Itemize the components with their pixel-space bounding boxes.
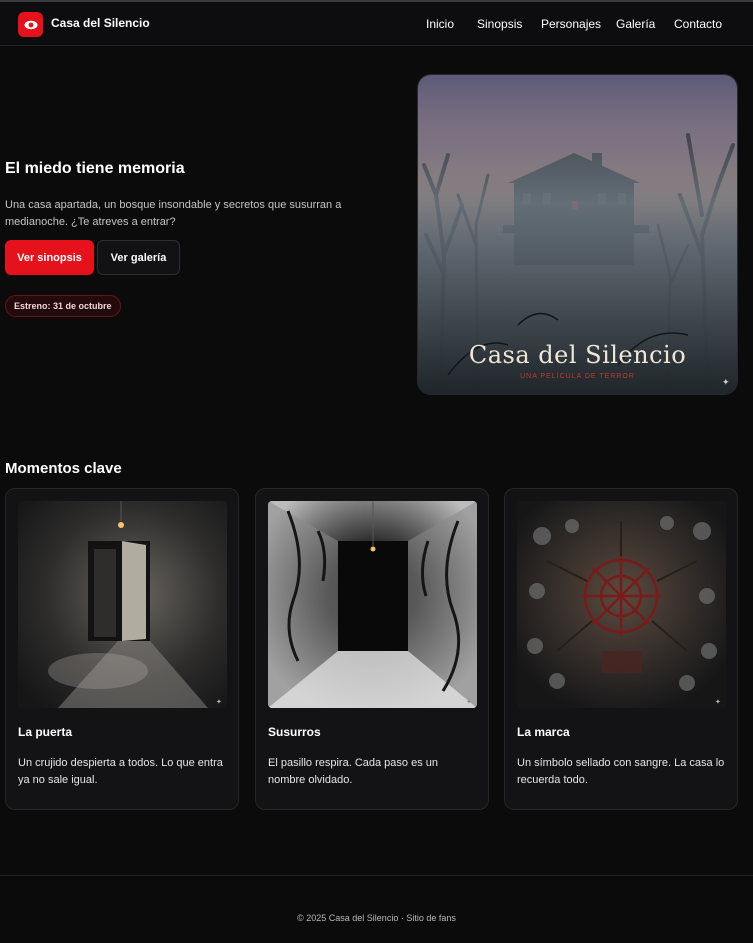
nav-galeria[interactable]: Galería <box>616 17 655 31</box>
card-title: La marca <box>517 725 570 739</box>
movie-poster: Casa del Silencio UNA PELÍCULA DE TERROR… <box>417 74 738 395</box>
card-description: El pasillo respira. Cada paso es un nomb… <box>268 757 438 786</box>
moment-card[interactable]: ✦ La puerta Un crujido despierta a todos… <box>5 488 239 810</box>
hero-title: El miedo tiene memoria <box>5 160 185 177</box>
card-description: Un crujido despierta a todos. Lo que ent… <box>18 757 223 786</box>
poster-subtitle: UNA PELÍCULA DE TERROR <box>520 373 635 380</box>
svg-text:✦: ✦ <box>216 698 222 706</box>
site-footer: © 2025 Casa del Silencio · Sitio de fans <box>0 875 753 943</box>
card-description: Un símbolo sellado con sangre. La casa l… <box>517 757 725 786</box>
nav-personajes[interactable]: Personajes <box>541 17 601 31</box>
symbol-image: ✦ <box>517 501 726 708</box>
svg-text:✦: ✦ <box>466 698 472 706</box>
nav-sinopsis[interactable]: Sinopsis <box>477 17 522 31</box>
sparkle-icon: ✦ <box>722 377 730 387</box>
card-title: Susurros <box>268 725 321 739</box>
footer-text: © 2025 Casa del Silencio · Sitio de fans <box>297 913 456 923</box>
section-title: Momentos clave <box>5 460 122 477</box>
synopsis-button[interactable]: Ver sinopsis <box>5 240 94 275</box>
gallery-button[interactable]: Ver galería <box>97 240 180 275</box>
release-badge: Estreno: 31 de octubre <box>5 295 121 317</box>
brand-name[interactable]: Casa del Silencio <box>51 16 150 30</box>
corridor-image: ✦ <box>268 501 477 708</box>
moment-card[interactable]: ✦ Susurros El pasillo respira. Cada paso… <box>255 488 489 810</box>
moment-card[interactable]: ✦ La marca Un símbolo sellado con sangre… <box>504 488 738 810</box>
svg-text:✦: ✦ <box>715 698 721 706</box>
open-door-image: ✦ <box>18 501 227 708</box>
nav-inicio[interactable]: Inicio <box>426 17 454 31</box>
hero-description: Una casa apartada, un bosque insondable … <box>5 199 342 228</box>
eye-logo-icon[interactable] <box>18 12 43 37</box>
poster-title: Casa del Silencio <box>468 341 687 369</box>
nav-contacto[interactable]: Contacto <box>674 17 722 31</box>
site-header: Casa del Silencio Inicio Sinopsis Person… <box>0 2 753 46</box>
card-title: La puerta <box>18 725 73 739</box>
